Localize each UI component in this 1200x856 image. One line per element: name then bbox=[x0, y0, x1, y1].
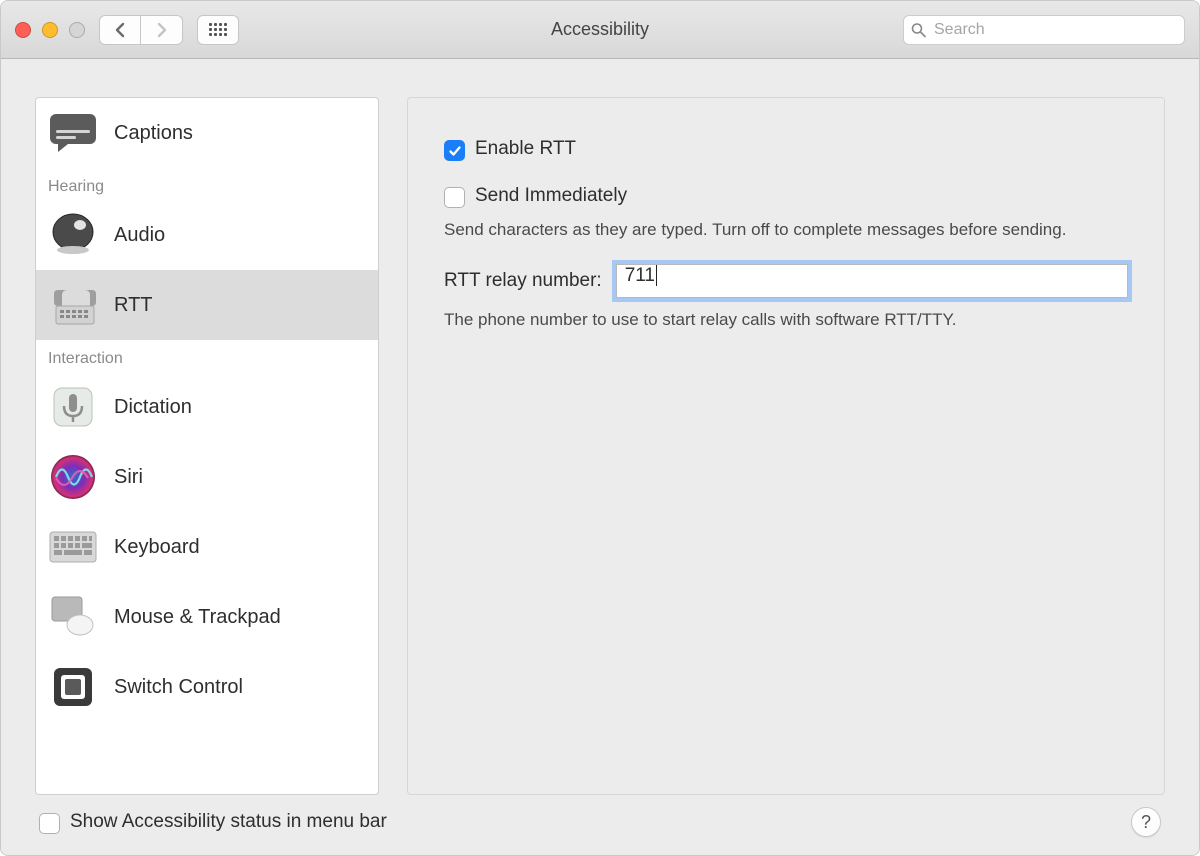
preferences-window: Accessibility Captions Hearing bbox=[0, 0, 1200, 856]
send-immediately-row: Send Immediately bbox=[444, 185, 1128, 208]
search-wrap bbox=[903, 15, 1185, 45]
send-immediately-label: Send Immediately bbox=[475, 185, 627, 207]
show-status-label: Show Accessibility status in menu bar bbox=[70, 811, 387, 833]
sidebar-item-label: Siri bbox=[114, 466, 143, 489]
sidebar-section-interaction: Interaction bbox=[36, 340, 378, 372]
siri-icon bbox=[48, 452, 98, 502]
sidebar-item-label: Keyboard bbox=[114, 536, 200, 559]
relay-number-row: RTT relay number: 711 bbox=[444, 264, 1128, 298]
sidebar-item-label: Captions bbox=[114, 122, 193, 145]
grid-icon bbox=[209, 23, 227, 36]
audio-icon bbox=[48, 210, 98, 260]
sidebar[interactable]: Captions Hearing Audio RTT Interaction bbox=[35, 97, 379, 795]
window-title: Accessibility bbox=[551, 19, 649, 40]
sidebar-item-siri[interactable]: Siri bbox=[36, 442, 378, 512]
show-status-row: Show Accessibility status in menu bar bbox=[39, 811, 387, 834]
zoom-window-button[interactable] bbox=[69, 22, 85, 38]
panels: Captions Hearing Audio RTT Interaction bbox=[35, 97, 1165, 795]
mouse-trackpad-icon bbox=[48, 592, 98, 642]
close-window-button[interactable] bbox=[15, 22, 31, 38]
sidebar-item-audio[interactable]: Audio bbox=[36, 200, 378, 270]
main-panel: Enable RTT Send Immediately Send charact… bbox=[407, 97, 1165, 795]
captions-icon bbox=[48, 108, 98, 158]
back-button[interactable] bbox=[99, 15, 141, 45]
send-immediately-checkbox[interactable] bbox=[444, 187, 465, 208]
switch-control-icon bbox=[48, 662, 98, 712]
help-button[interactable]: ? bbox=[1131, 807, 1161, 837]
sidebar-item-rtt[interactable]: RTT bbox=[36, 270, 378, 340]
chevron-right-icon bbox=[156, 22, 168, 38]
forward-button[interactable] bbox=[141, 15, 183, 45]
send-immediately-help: Send characters as they are typed. Turn … bbox=[444, 218, 1128, 242]
rtt-icon bbox=[48, 280, 98, 330]
relay-number-value: 711 bbox=[625, 265, 657, 286]
footer: Show Accessibility status in menu bar ? bbox=[35, 795, 1165, 841]
titlebar: Accessibility bbox=[1, 1, 1199, 59]
content: Captions Hearing Audio RTT Interaction bbox=[1, 59, 1199, 855]
sidebar-item-mouse-trackpad[interactable]: Mouse & Trackpad bbox=[36, 582, 378, 652]
sidebar-item-captions[interactable]: Captions bbox=[36, 98, 378, 168]
show-status-checkbox[interactable] bbox=[39, 813, 60, 834]
sidebar-item-label: Dictation bbox=[114, 396, 192, 419]
show-all-button[interactable] bbox=[197, 15, 239, 45]
chevron-left-icon bbox=[114, 22, 126, 38]
search-input[interactable] bbox=[903, 15, 1185, 45]
sidebar-section-hearing: Hearing bbox=[36, 168, 378, 200]
relay-number-input[interactable]: 711 bbox=[616, 264, 1128, 298]
dictation-icon bbox=[48, 382, 98, 432]
sidebar-item-keyboard[interactable]: Keyboard bbox=[36, 512, 378, 582]
relay-number-help: The phone number to use to start relay c… bbox=[444, 308, 1128, 332]
enable-rtt-checkbox[interactable] bbox=[444, 140, 465, 161]
check-icon bbox=[448, 144, 462, 158]
sidebar-item-switch-control[interactable]: Switch Control bbox=[36, 652, 378, 722]
sidebar-item-dictation[interactable]: Dictation bbox=[36, 372, 378, 442]
sidebar-item-label: RTT bbox=[114, 294, 153, 317]
search-icon bbox=[911, 22, 926, 37]
nav-buttons bbox=[99, 15, 183, 45]
keyboard-icon bbox=[48, 522, 98, 572]
window-controls bbox=[15, 22, 85, 38]
enable-rtt-label: Enable RTT bbox=[475, 138, 576, 160]
sidebar-item-label: Audio bbox=[114, 224, 165, 247]
sidebar-item-label: Mouse & Trackpad bbox=[114, 606, 281, 629]
relay-number-label: RTT relay number: bbox=[444, 270, 602, 292]
minimize-window-button[interactable] bbox=[42, 22, 58, 38]
sidebar-item-label: Switch Control bbox=[114, 676, 243, 699]
help-icon: ? bbox=[1141, 812, 1151, 833]
enable-rtt-row: Enable RTT bbox=[444, 138, 1128, 161]
